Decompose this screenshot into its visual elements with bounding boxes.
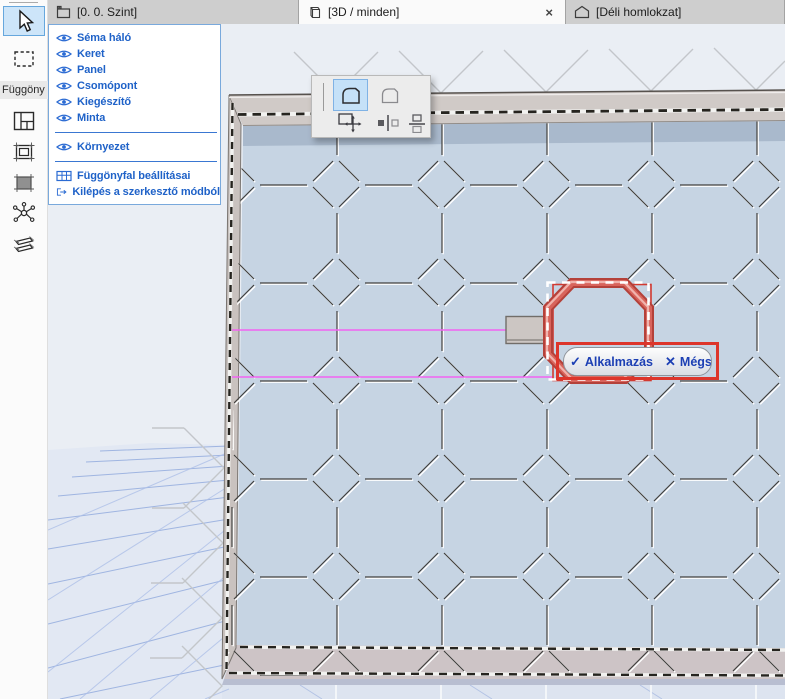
confirm-pill: ✓ Alkalmazás ✕ Mégse bbox=[563, 347, 712, 376]
menu-item-exit-edit-mode[interactable]: Kilépés a szerkesztő módból bbox=[49, 184, 220, 200]
exit-icon bbox=[56, 188, 67, 196]
menu-item-label: Panel bbox=[77, 64, 106, 76]
move-icon bbox=[338, 113, 362, 133]
tab-label: [Déli homlokzat] bbox=[596, 5, 682, 19]
ground-strip bbox=[222, 685, 785, 699]
tab-floor-plan[interactable]: [0. 0. Szint] bbox=[48, 0, 299, 24]
tab-3d-view[interactable]: [3D / minden] × bbox=[299, 0, 566, 24]
scheme-grid-tool-button[interactable] bbox=[3, 106, 45, 136]
frame-tool-button[interactable] bbox=[3, 137, 45, 167]
panel-shape-button-alt[interactable] bbox=[373, 80, 406, 110]
application-window: [0. 0. Szint] [3D / minden] × [Déli homl… bbox=[0, 0, 785, 699]
mirror-icon bbox=[378, 115, 399, 131]
distribute-icon bbox=[409, 114, 425, 133]
menu-item-panel[interactable]: Panel bbox=[49, 62, 220, 78]
curtain-wall[interactable] bbox=[221, 89, 785, 685]
frame-handle[interactable] bbox=[505, 315, 548, 345]
move-button[interactable] bbox=[334, 111, 366, 135]
eye-icon bbox=[56, 114, 72, 122]
menu-item-scheme-grid[interactable]: Séma háló bbox=[49, 30, 220, 46]
menu-item-label: Keret bbox=[77, 48, 105, 60]
palette-separator bbox=[323, 83, 324, 111]
cross-icon: ✕ bbox=[665, 353, 676, 369]
tab-label: [3D / minden] bbox=[328, 5, 400, 19]
menu-item-label: Környezet bbox=[77, 141, 130, 153]
menu-item-label: Kilépés a szerkesztő módból bbox=[72, 186, 220, 198]
accessory-icon bbox=[13, 236, 34, 253]
menu-item-label: Kiegészítő bbox=[77, 96, 132, 108]
menu-item-label: Séma háló bbox=[77, 32, 132, 44]
pet-palette bbox=[311, 75, 431, 138]
story-tab-icon bbox=[56, 5, 71, 19]
panel-shape-icon bbox=[341, 87, 360, 104]
panel-shape-button-selected[interactable] bbox=[333, 79, 368, 111]
elevation-tab-icon bbox=[574, 5, 590, 19]
frame-icon bbox=[13, 142, 34, 162]
menu-separator bbox=[55, 132, 217, 133]
marquee-tool-button[interactable] bbox=[3, 44, 45, 74]
panel-icon bbox=[13, 174, 34, 192]
eye-icon bbox=[56, 66, 72, 74]
distribute-button[interactable] bbox=[406, 112, 428, 134]
check-icon: ✓ bbox=[570, 353, 581, 369]
bottom-frame-shadow bbox=[222, 679, 785, 685]
menu-item-label: Csomópont bbox=[77, 80, 138, 92]
scheme-grid-icon bbox=[13, 111, 34, 131]
panel-shape-alt-icon bbox=[381, 88, 398, 104]
3d-view-tab-icon bbox=[307, 5, 322, 20]
tab-label: [0. 0. Szint] bbox=[77, 5, 138, 19]
octagon-mullion-pattern bbox=[225, 121, 785, 676]
panel-tool-button[interactable] bbox=[3, 168, 45, 198]
eye-icon bbox=[56, 34, 72, 42]
menu-item-environment[interactable]: Környezet bbox=[49, 139, 220, 155]
edit-mode-menu: Séma háló Keret Panel Csomópont Kiegészí… bbox=[48, 24, 221, 205]
eye-icon bbox=[56, 82, 72, 90]
accessory-tool-button[interactable] bbox=[3, 230, 45, 260]
mirror-button[interactable] bbox=[373, 112, 403, 134]
junction-tool-button[interactable] bbox=[3, 199, 45, 229]
eye-icon bbox=[56, 143, 72, 151]
menu-item-junction[interactable]: Csomópont bbox=[49, 78, 220, 94]
settings-grid-icon bbox=[56, 170, 72, 182]
eye-icon bbox=[56, 50, 72, 58]
apply-label: Alkalmazás bbox=[584, 354, 654, 369]
menu-item-curtainwall-settings[interactable]: Függönyfal beállításai bbox=[49, 168, 220, 184]
arrow-cursor-icon bbox=[18, 9, 34, 32]
tool-sidebar: Függöny bbox=[0, 0, 48, 699]
menu-item-label: Függönyfal beállításai bbox=[77, 170, 191, 182]
junction-icon bbox=[12, 202, 35, 222]
cancel-button[interactable]: ✕ Mégse bbox=[659, 348, 712, 375]
eye-icon bbox=[56, 98, 72, 106]
cancel-label: Mégse bbox=[679, 354, 712, 369]
apply-button[interactable]: ✓ Alkalmazás bbox=[564, 348, 659, 375]
menu-item-frame[interactable]: Keret bbox=[49, 46, 220, 62]
view-tabbar: [0. 0. Szint] [3D / minden] × [Déli homl… bbox=[48, 0, 785, 24]
menu-separator bbox=[55, 161, 217, 162]
tab-close-icon[interactable]: × bbox=[541, 5, 557, 20]
arrow-tool-button[interactable] bbox=[2, 6, 45, 36]
toolbar-divider bbox=[9, 2, 38, 3]
menu-item-accessory[interactable]: Kiegészítő bbox=[49, 94, 220, 110]
marquee-icon bbox=[13, 51, 34, 67]
tab-elevation[interactable]: [Déli homlokzat] bbox=[566, 0, 785, 24]
confirm-controls: ✓ Alkalmazás ✕ Mégse bbox=[556, 342, 719, 380]
toolbox-group-label: Függöny bbox=[0, 81, 48, 99]
menu-item-label: Minta bbox=[77, 112, 106, 124]
menu-item-pattern[interactable]: Minta bbox=[49, 110, 220, 126]
